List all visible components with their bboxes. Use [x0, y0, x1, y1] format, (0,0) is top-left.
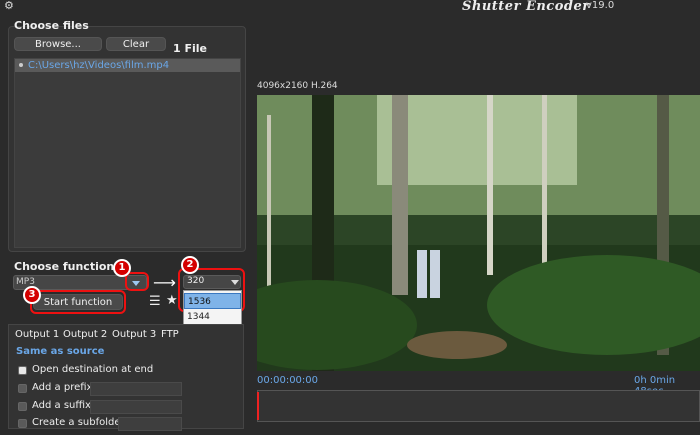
- app-version: v19.0: [586, 0, 615, 11]
- file-list[interactable]: [14, 58, 241, 248]
- video-preview[interactable]: [257, 95, 700, 371]
- callout-badge-1: 1: [113, 259, 131, 277]
- function-section-title: Choose function: [14, 260, 115, 273]
- prefix-input[interactable]: [90, 382, 182, 396]
- callout-badge-2: 2: [181, 256, 199, 274]
- open-destination-label: Open destination at end: [32, 364, 154, 375]
- tab-output-2[interactable]: Output 2: [63, 329, 107, 340]
- chevron-down-icon[interactable]: [231, 280, 239, 285]
- gear-icon[interactable]: ⚙: [4, 0, 16, 12]
- browse-button[interactable]: Browse...: [14, 37, 102, 51]
- suffix-input[interactable]: [90, 400, 182, 414]
- arrow-right-icon: ⟶: [153, 273, 176, 292]
- file-bullet-icon: [19, 63, 23, 67]
- clear-button[interactable]: Clear: [106, 37, 166, 51]
- app-title: Shutter Encoder: [462, 0, 590, 14]
- callout-badge-3: 3: [23, 286, 41, 304]
- open-destination-checkbox[interactable]: [18, 366, 27, 375]
- time-start: 00:00:00:00: [257, 375, 319, 386]
- subfolder-label: Create a subfolder:: [32, 417, 128, 428]
- dropdown-option[interactable]: 1344: [184, 309, 241, 325]
- playhead[interactable]: [257, 392, 259, 420]
- list-icon[interactable]: ☰: [149, 295, 161, 308]
- tab-ftp[interactable]: FTP: [161, 329, 179, 340]
- start-function-button[interactable]: Start function: [33, 294, 123, 310]
- video-info: 4096x2160 H.264: [257, 81, 338, 91]
- files-section-title: Choose files: [14, 19, 89, 32]
- prefix-checkbox[interactable]: [18, 384, 27, 393]
- timeline[interactable]: [257, 390, 700, 422]
- bitrate-select-value: 320: [187, 276, 205, 286]
- same-as-source[interactable]: Same as source: [16, 346, 104, 357]
- star-icon[interactable]: ★: [166, 294, 178, 307]
- file-path: C:\Users\hz\Videos\film.mp4: [28, 60, 170, 71]
- suffix-label: Add a suffix:: [32, 400, 95, 411]
- forest-scene-image: [257, 95, 700, 371]
- tab-output-3[interactable]: Output 3: [112, 329, 156, 340]
- chevron-down-icon[interactable]: [132, 281, 140, 286]
- tab-output-1[interactable]: Output 1: [15, 329, 59, 340]
- subfolder-checkbox[interactable]: [18, 419, 27, 428]
- dropdown-option[interactable]: 1536: [184, 293, 241, 309]
- file-count: 1 File: [173, 42, 207, 55]
- suffix-checkbox[interactable]: [18, 402, 27, 411]
- prefix-label: Add a prefix:: [32, 382, 96, 393]
